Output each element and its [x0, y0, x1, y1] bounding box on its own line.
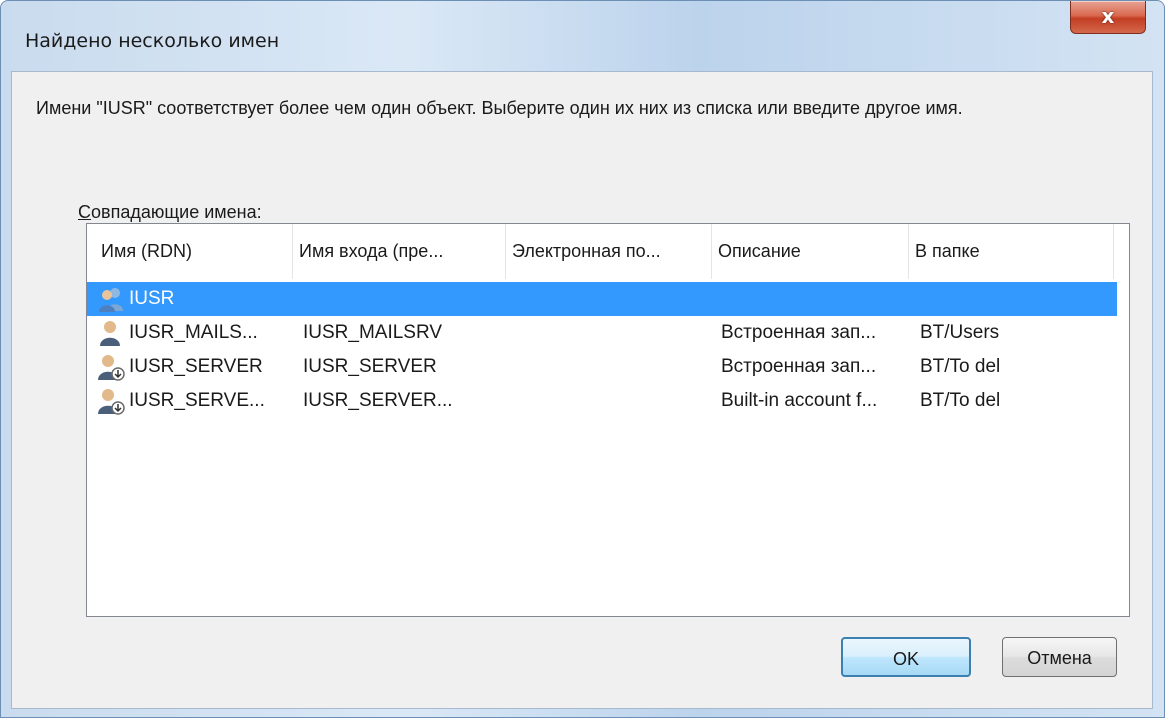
dialog-window: Найдено несколько имен x Имени "IUSR" со…: [0, 0, 1165, 718]
ok-button[interactable]: OK: [841, 637, 971, 677]
matching-names-list[interactable]: Имя (RDN) Имя входа (пре... Электронная …: [86, 223, 1130, 617]
column-header-name[interactable]: Имя (RDN): [87, 224, 293, 279]
user-group-icon: [99, 288, 123, 312]
close-button[interactable]: x: [1070, 1, 1146, 34]
user-icon: [100, 321, 120, 346]
cell-login: IUSR_SERVER...: [303, 390, 453, 411]
list-item[interactable]: IUSR_SERVER IUSR_SERVER Встроенная зап..…: [87, 350, 1117, 384]
cell-description: Встроенная зап...: [721, 356, 877, 377]
cell-description: Встроенная зап...: [721, 322, 877, 343]
cell-folder: BT/Users: [920, 322, 1000, 343]
list-label-accelerator: С: [78, 202, 91, 222]
column-header-folder[interactable]: В папке: [909, 224, 1114, 279]
cell-folder: BT/To del: [920, 390, 1001, 411]
disabled-user-icon: [98, 355, 125, 381]
list-item[interactable]: IUSR_MAILS... IUSR_MAILSRV Встроенная за…: [87, 316, 1117, 350]
disabled-user-icon: [98, 389, 125, 415]
list-label-text: овпадающие имена:: [91, 202, 262, 222]
title-bar[interactable]: Найдено несколько имен x: [1, 1, 1164, 71]
cell-name: IUSR: [129, 288, 175, 309]
column-header-filler: [1114, 224, 1127, 279]
cell-description: Built-in account f...: [721, 390, 878, 411]
column-header-email[interactable]: Электронная по...: [506, 224, 712, 279]
cell-folder: BT/To del: [920, 356, 1001, 377]
dialog-content: Имени "IUSR" соответствует более чем оди…: [11, 71, 1153, 709]
window-title: Найдено несколько имен: [25, 30, 280, 52]
cell-login: IUSR_SERVER: [303, 356, 437, 377]
cell-name: IUSR_MAILS...: [129, 322, 258, 343]
cancel-button[interactable]: Отмена: [1002, 637, 1117, 677]
list-header: Имя (RDN) Имя входа (пре... Электронная …: [87, 224, 1129, 279]
cell-login: IUSR_MAILSRV: [303, 322, 443, 343]
list-label: Совпадающие имена:: [78, 202, 262, 223]
column-header-description[interactable]: Описание: [712, 224, 909, 279]
close-icon: x: [1101, 4, 1115, 28]
list-item[interactable]: IUSR_SERVE... IUSR_SERVER... Built-in ac…: [87, 384, 1117, 418]
list-item[interactable]: IUSR: [87, 282, 1117, 316]
cell-name: IUSR_SERVER: [129, 356, 263, 377]
column-header-login[interactable]: Имя входа (пре...: [293, 224, 506, 279]
message-text: Имени "IUSR" соответствует более чем оди…: [36, 98, 963, 118]
cell-name: IUSR_SERVE...: [129, 390, 265, 411]
